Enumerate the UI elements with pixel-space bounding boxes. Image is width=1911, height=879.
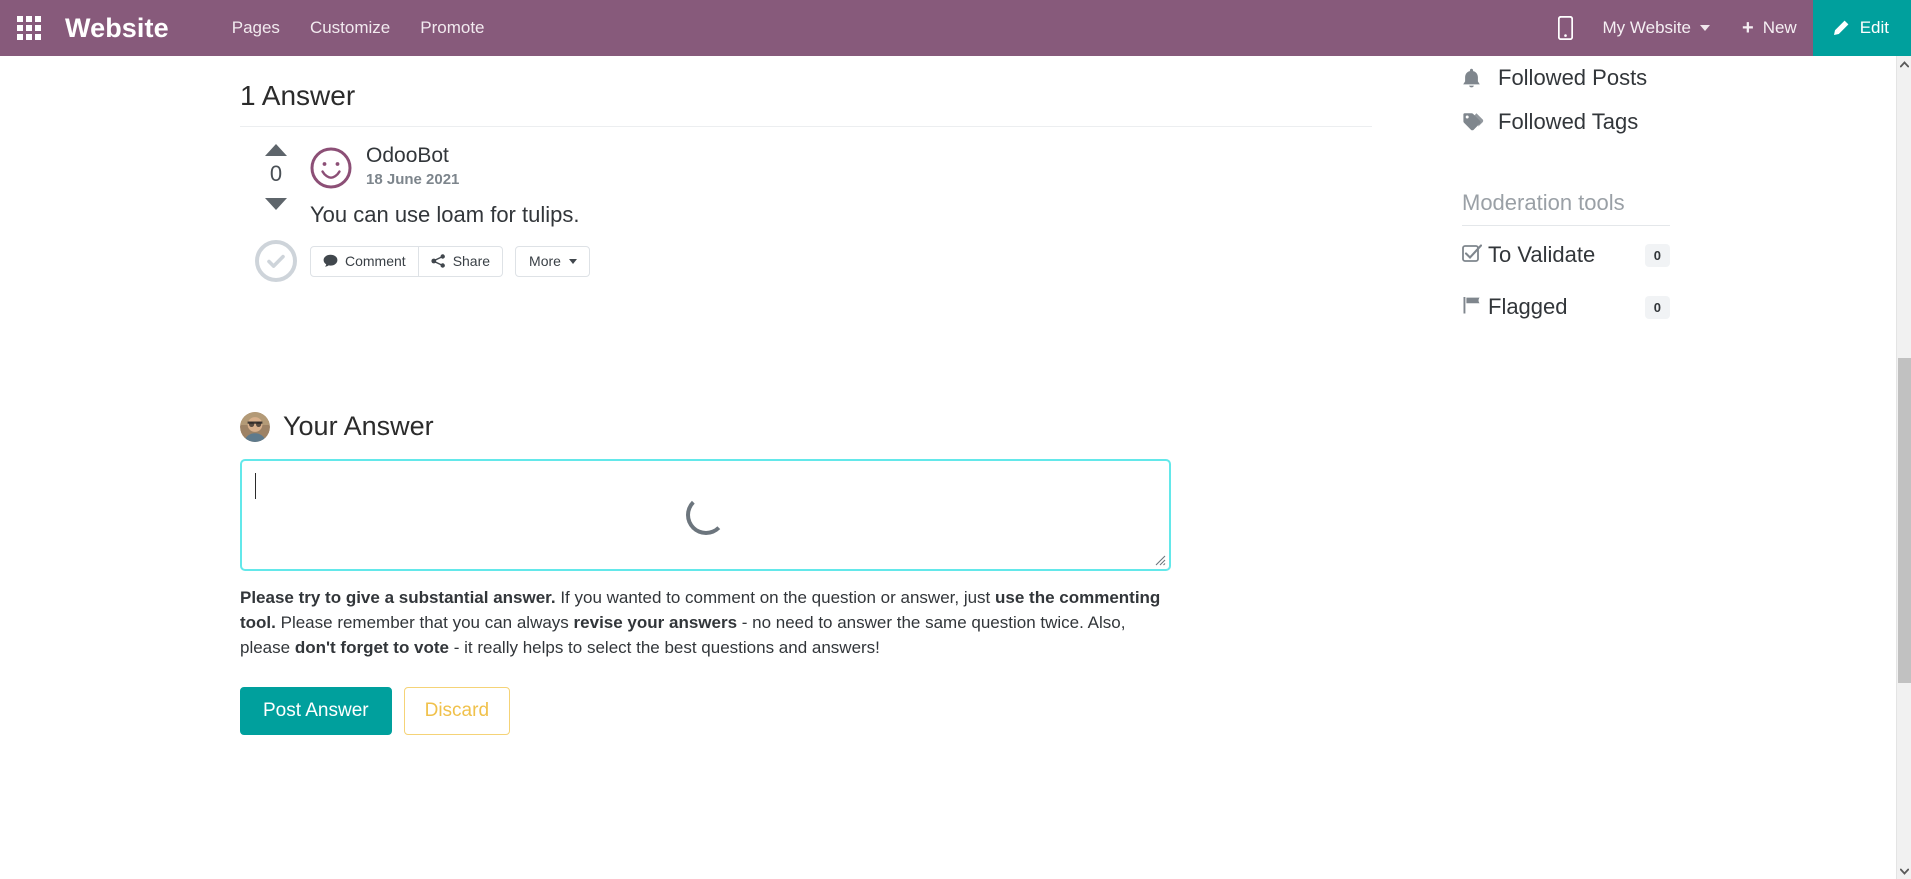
- nav-link-promote[interactable]: Promote: [405, 0, 499, 56]
- answer-guidelines-text: Please try to give a substantial answer.…: [240, 586, 1175, 661]
- main-content-column: 1 Answer 0 OdooBot 18 June 2021 You can …: [240, 56, 1375, 735]
- sidebar-item-label: Flagged: [1488, 294, 1568, 319]
- sidebar-item-followed-tags[interactable]: Followed Tags: [1462, 100, 1722, 144]
- answer-button-group: Comment Share: [310, 246, 504, 277]
- resize-handle[interactable]: [1152, 552, 1166, 566]
- avatar[interactable]: [310, 147, 352, 189]
- your-answer-title: Your Answer: [283, 411, 434, 441]
- vote-down-icon[interactable]: [265, 198, 287, 210]
- tag-icon: [1462, 112, 1492, 132]
- hint-text-2: Please remember that you can always: [275, 612, 574, 632]
- navbar-spacer: [500, 0, 1544, 56]
- answer-author-row: OdooBot 18 June 2021: [310, 144, 1375, 189]
- hint-bold-1: Please try to give a substantial answer.: [240, 588, 556, 607]
- flagged-count-badge: 0: [1644, 295, 1670, 319]
- mark-correct-button[interactable]: [255, 240, 297, 282]
- submit-row: Post Answer Discard: [240, 686, 1375, 735]
- text-cursor: [255, 473, 256, 499]
- sidebar-item-label: Followed Posts: [1498, 65, 1648, 90]
- bell-icon: [1462, 68, 1492, 89]
- right-sidebar: Followed Posts Followed Tags Moderation …: [1462, 56, 1722, 328]
- hint-text-1: If you wanted to comment on the question…: [555, 588, 996, 607]
- comment-button[interactable]: Comment: [310, 246, 419, 277]
- comment-button-label: Comment: [345, 253, 406, 269]
- more-dropdown-button[interactable]: More: [515, 246, 590, 277]
- vote-count: 0: [269, 161, 283, 186]
- chevron-up-icon: [1900, 60, 1909, 67]
- scrollbar-thumb[interactable]: [1898, 358, 1911, 683]
- brand-title[interactable]: Website: [65, 13, 169, 44]
- navbar-left-group: Website Pages Customize Promote: [0, 0, 500, 56]
- chevron-down-icon: [1900, 868, 1909, 875]
- hint-text-4: - it really helps to select the best que…: [449, 637, 880, 657]
- answer-text: You can use loam for tulips.: [310, 202, 580, 227]
- answer-editor[interactable]: [240, 459, 1171, 571]
- mobile-phone-icon[interactable]: [1544, 0, 1587, 56]
- new-button-label: New: [1762, 18, 1797, 37]
- more-button-label: More: [529, 253, 561, 269]
- answer-body: OdooBot 18 June 2021 You can use loam fo…: [310, 144, 1375, 277]
- nav-link-pages[interactable]: Pages: [217, 0, 295, 56]
- new-button[interactable]: + New: [1726, 0, 1813, 56]
- heading-divider: [240, 126, 1372, 127]
- website-selector-dropdown[interactable]: My Website: [1587, 0, 1727, 56]
- post-answer-button[interactable]: Post Answer: [240, 686, 392, 735]
- check-icon: [267, 254, 285, 268]
- answer-author-meta: OdooBot 18 June 2021: [366, 144, 459, 188]
- share-icon: [431, 254, 445, 268]
- edit-button-label: Edit: [1859, 18, 1889, 37]
- chevron-down-icon: [568, 258, 577, 264]
- website-selector-label: My Website: [1602, 18, 1692, 37]
- checkbox-checked-icon: [1462, 243, 1483, 268]
- sidebar-item-followed-posts[interactable]: Followed Posts: [1462, 56, 1722, 100]
- navbar-links: Pages Customize Promote: [217, 0, 500, 56]
- your-answer-header: Your Answer: [240, 411, 1375, 442]
- hint-bold-4: don't forget to vote: [294, 637, 450, 657]
- discard-button[interactable]: Discard: [403, 686, 511, 735]
- page-body: 1 Answer 0 OdooBot 18 June 2021 You can …: [0, 56, 1896, 879]
- top-navbar: Website Pages Customize Promote My Websi…: [0, 0, 1911, 56]
- hint-bold-3: revise your answers: [573, 612, 738, 632]
- scrollbar-down-arrow[interactable]: [1897, 863, 1911, 879]
- moderation-tools-title: Moderation tools: [1462, 190, 1670, 226]
- loading-spinner-icon: [685, 495, 726, 535]
- to-validate-count-badge: 0: [1644, 243, 1670, 267]
- answer-author-name[interactable]: OdooBot: [366, 144, 459, 167]
- answer-action-row: Comment Share More: [310, 246, 1375, 277]
- edit-button[interactable]: Edit: [1812, 0, 1911, 56]
- answers-heading: 1 Answer: [240, 80, 356, 111]
- plus-icon: +: [1742, 17, 1754, 39]
- sidebar-item-label: Followed Tags: [1498, 109, 1639, 134]
- chevron-down-icon: [1700, 25, 1710, 31]
- scrollbar-up-arrow[interactable]: [1897, 56, 1911, 72]
- vote-column: 0: [248, 144, 304, 282]
- sidebar-item-label: To Validate: [1488, 242, 1596, 267]
- answer-item: 0 OdooBot 18 June 2021 You can use loam …: [240, 144, 1375, 282]
- comment-icon: [323, 254, 338, 267]
- page-scrollbar[interactable]: [1896, 56, 1911, 879]
- navbar-right-group: My Website + New Edit: [1544, 0, 1911, 56]
- share-button[interactable]: Share: [418, 246, 504, 277]
- flag-icon: [1462, 295, 1482, 320]
- vote-up-icon[interactable]: [265, 144, 287, 156]
- share-button-label: Share: [452, 253, 491, 269]
- sidebar-item-to-validate[interactable]: To Validate 0: [1462, 234, 1670, 276]
- answer-date: 18 June 2021: [366, 171, 460, 189]
- apps-grid-icon[interactable]: [10, 0, 48, 56]
- pencil-icon: [1833, 20, 1849, 35]
- avatar[interactable]: [240, 411, 270, 442]
- your-answer-section: Your Answer Please try to give a substan…: [240, 411, 1375, 735]
- sidebar-item-flagged[interactable]: Flagged 0: [1462, 286, 1670, 328]
- nav-link-customize[interactable]: Customize: [295, 0, 405, 56]
